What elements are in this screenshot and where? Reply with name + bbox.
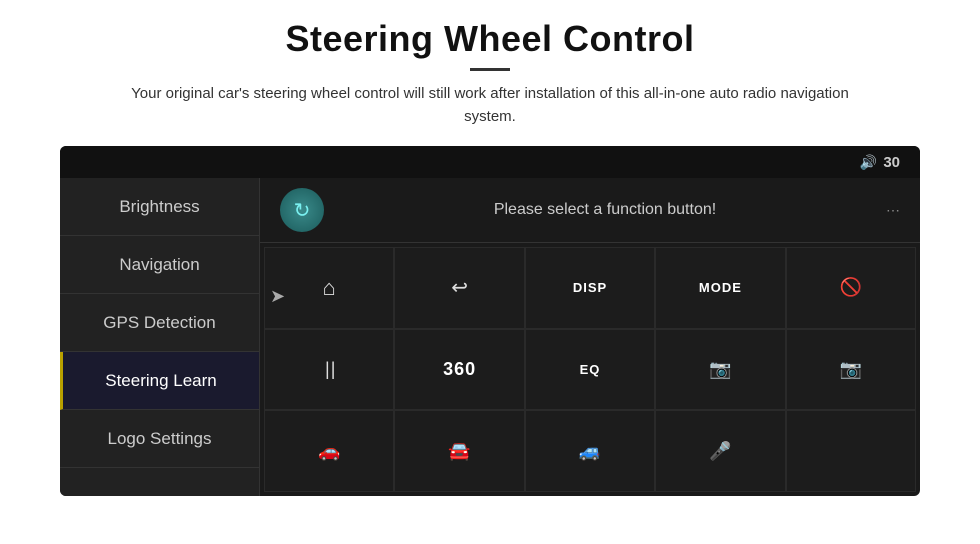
grid-cell-phone-off[interactable]: 🚫	[786, 247, 916, 329]
grid-cell-360[interactable]: 360	[394, 329, 524, 411]
phone-off-icon: 🚫	[840, 277, 862, 298]
disp-label: DISP	[573, 280, 607, 295]
sidebar-item-brightness[interactable]: Brightness	[60, 178, 259, 236]
buttons-grid: ⌂ ↩ DISP MODE 🚫 |	[260, 243, 920, 496]
page-container: Steering Wheel Control Your original car…	[0, 0, 980, 544]
settings-dots-icon: ⋯	[886, 202, 900, 219]
volume-icon: 🔊	[860, 154, 877, 171]
refresh-icon: ↻	[294, 198, 311, 223]
sidebar-label-steering: Steering Learn	[105, 371, 217, 391]
page-subtitle: Your original car's steering wheel contr…	[110, 83, 870, 128]
main-header: ↻ Please select a function button! ⋯	[260, 178, 920, 243]
camera-2-icon: 📷	[840, 359, 862, 380]
eq-bars-icon: | |	[325, 359, 333, 380]
sidebar-label-navigation: Navigation	[119, 255, 199, 275]
device-screen: 🔊 30 Brightness Navigation GPS Detection…	[60, 146, 920, 496]
back-icon: ↩	[451, 275, 468, 300]
mic-icon: 🎤	[709, 441, 731, 462]
grid-cell-disp[interactable]: DISP	[525, 247, 655, 329]
grid-cell-car-3[interactable]: 🚙	[525, 410, 655, 492]
main-content: ↻ Please select a function button! ⋯ ⌂ ↩	[260, 178, 920, 496]
sidebar-item-logo-settings[interactable]: Logo Settings	[60, 410, 259, 468]
grid-cell-eq-bars[interactable]: | |	[264, 329, 394, 411]
sidebar-item-gps-detection[interactable]: GPS Detection	[60, 294, 259, 352]
grid-cell-mode[interactable]: MODE	[655, 247, 785, 329]
grid-cell-mic[interactable]: 🎤	[655, 410, 785, 492]
grid-cell-camera-1[interactable]: 📷	[655, 329, 785, 411]
eq-label: EQ	[580, 362, 601, 377]
sidebar-label-logo: Logo Settings	[108, 429, 212, 449]
car-1-icon: 🚗	[318, 441, 340, 462]
grid-cell-car-1[interactable]: 🚗	[264, 410, 394, 492]
car-3-icon: 🚙	[579, 441, 601, 462]
car-2-icon: 🚘	[448, 441, 470, 462]
sidebar-item-steering-learn[interactable]: Steering Learn	[60, 352, 259, 410]
sidebar-label-gps: GPS Detection	[103, 313, 215, 333]
volume-number: 30	[883, 154, 900, 171]
camera-1-icon: 📷	[709, 359, 731, 380]
function-prompt: Please select a function button!	[340, 201, 870, 219]
title-divider	[470, 68, 510, 71]
sidebar-label-brightness: Brightness	[119, 197, 199, 217]
grid-cell-camera-2[interactable]: 📷	[786, 329, 916, 411]
device-topbar: 🔊 30	[60, 146, 920, 178]
mode-label: MODE	[699, 280, 742, 295]
device-body: Brightness Navigation GPS Detection Stee…	[60, 178, 920, 496]
home-icon: ⌂	[323, 275, 336, 301]
grid-cell-car-2[interactable]: 🚘	[394, 410, 524, 492]
sidebar: Brightness Navigation GPS Detection Stee…	[60, 178, 260, 496]
refresh-button[interactable]: ↻	[280, 188, 324, 232]
grid-cell-empty	[786, 410, 916, 492]
grid-cell-home[interactable]: ⌂	[264, 247, 394, 329]
page-title: Steering Wheel Control	[285, 18, 694, 60]
360-label: 360	[443, 359, 476, 380]
grid-cell-eq[interactable]: EQ	[525, 329, 655, 411]
sidebar-item-navigation[interactable]: Navigation	[60, 236, 259, 294]
grid-cell-back[interactable]: ↩	[394, 247, 524, 329]
